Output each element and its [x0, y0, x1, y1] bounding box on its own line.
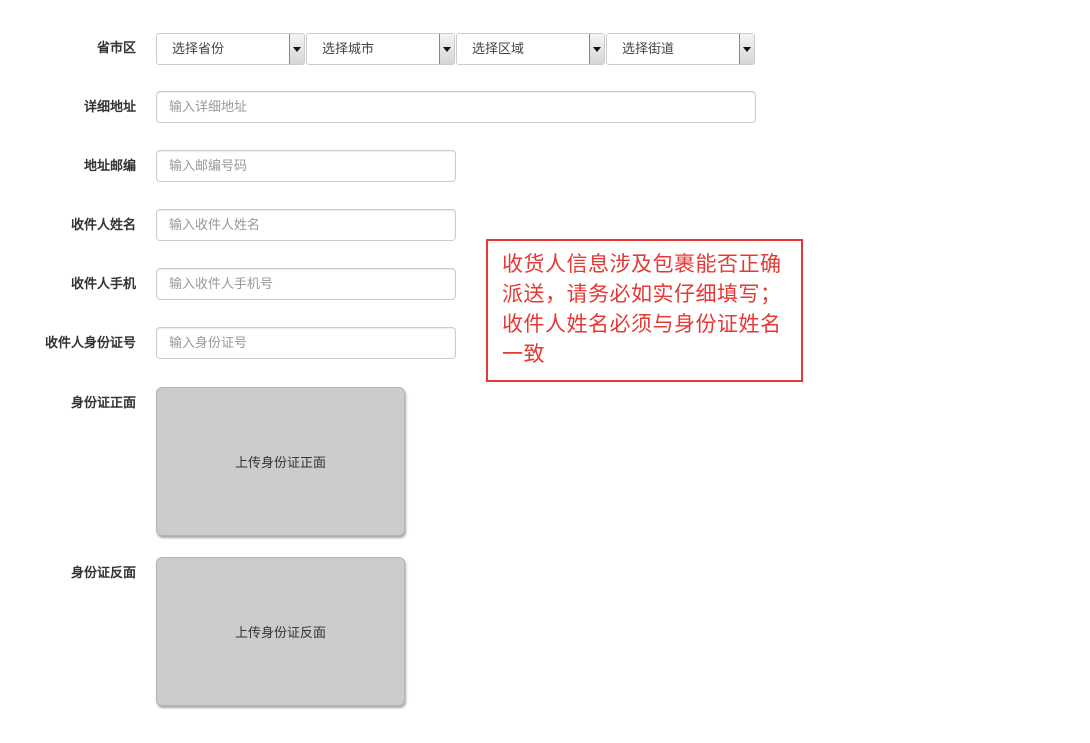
district-dropdown-button[interactable] — [589, 34, 604, 64]
id-number-label: 收件人身份证号 — [44, 336, 136, 351]
upload-id-front-button[interactable]: 上传身份证正面 — [156, 387, 405, 536]
street-select-value: 选择街道 — [622, 42, 675, 57]
recipient-info-notice: 收货人信息涉及包裹能否正确派送，请务必如实仔细填写；收件人姓名必须与身份证姓名一… — [486, 239, 803, 382]
id-front-label: 身份证正面 — [70, 396, 136, 411]
recipient-phone-label: 收件人手机 — [70, 277, 136, 292]
city-dropdown-button[interactable] — [439, 34, 454, 64]
province-dropdown-button[interactable] — [289, 34, 304, 64]
address-input[interactable] — [156, 91, 756, 123]
chevron-down-icon — [593, 46, 601, 52]
city-select-value: 选择城市 — [322, 42, 375, 57]
recipient-name-input[interactable] — [156, 209, 456, 241]
region-label: 省市区 — [96, 41, 136, 56]
street-dropdown-button[interactable] — [739, 34, 754, 64]
chevron-down-icon — [443, 46, 451, 52]
city-select[interactable]: 选择城市 — [306, 33, 455, 65]
province-select[interactable]: 选择省份 — [156, 33, 305, 65]
postcode-input[interactable] — [156, 150, 456, 182]
upload-id-back-button[interactable]: 上传身份证反面 — [156, 557, 405, 706]
province-select-value: 选择省份 — [172, 42, 225, 57]
chevron-down-icon — [293, 46, 301, 52]
district-select[interactable]: 选择区域 — [456, 33, 605, 65]
id-number-input[interactable] — [156, 327, 456, 359]
address-label: 详细地址 — [83, 100, 136, 115]
recipient-phone-input[interactable] — [156, 268, 456, 300]
postcode-label: 地址邮编 — [83, 159, 136, 174]
address-form-page: 省市区 选择省份 选择城市 选择区域 选择街道 详细地址 地址邮编 收件人姓名 … — [0, 0, 1090, 743]
upload-id-front-label: 上传身份证正面 — [234, 456, 326, 471]
id-back-label: 身份证反面 — [70, 566, 136, 581]
district-select-value: 选择区域 — [472, 42, 525, 57]
street-select[interactable]: 选择街道 — [606, 33, 755, 65]
recipient-name-label: 收件人姓名 — [70, 218, 136, 233]
chevron-down-icon — [743, 46, 751, 52]
upload-id-back-label: 上传身份证反面 — [234, 626, 326, 641]
